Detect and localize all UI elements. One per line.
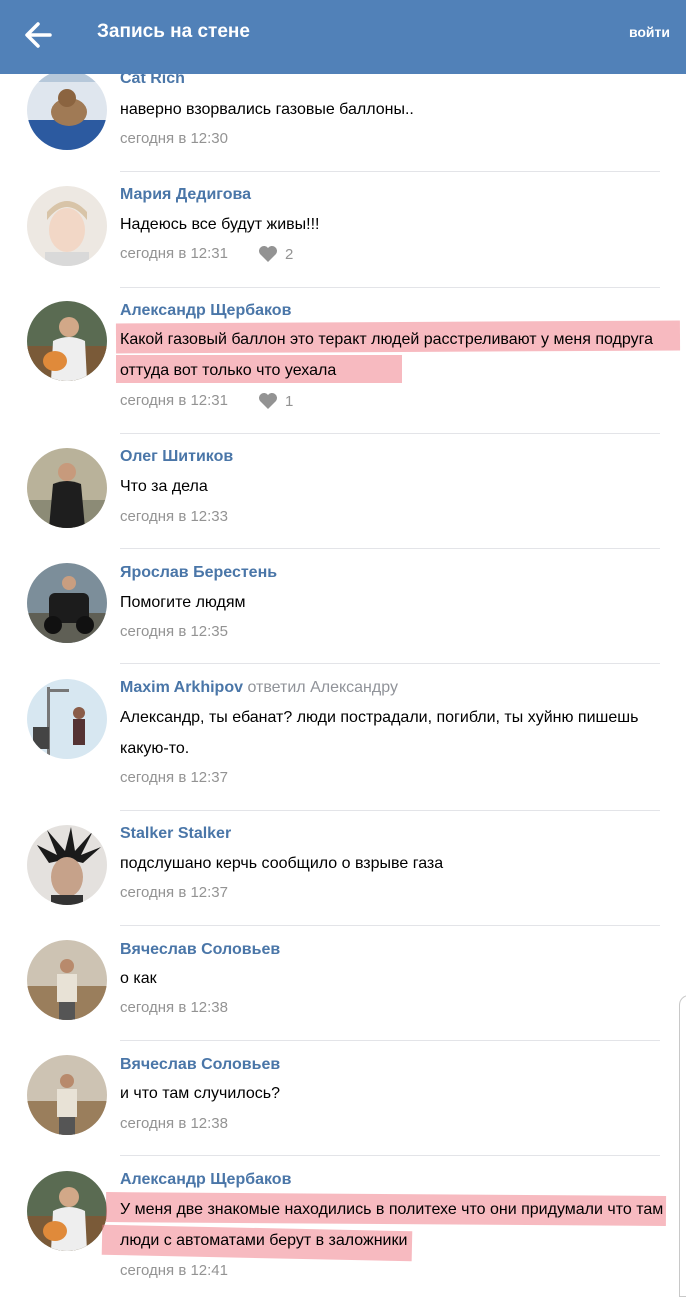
back-button[interactable] <box>20 16 62 54</box>
comment-text: и что там случилось? <box>120 1085 280 1102</box>
heart-icon <box>259 246 277 262</box>
comment-author[interactable]: Олег Шитиков <box>120 448 233 466</box>
divider <box>120 925 660 926</box>
comment-time[interactable]: сегодня в 12:31 <box>120 245 228 262</box>
comment-author[interactable]: Александр Щербаков <box>120 302 291 320</box>
comment-author[interactable]: Вячеслав Соловьев <box>120 1056 280 1074</box>
avatar[interactable] <box>27 301 107 381</box>
divider <box>120 810 660 811</box>
comment-time[interactable]: сегодня в 12:33 <box>120 508 228 525</box>
avatar[interactable] <box>27 1171 107 1251</box>
comment-text: наверно взорвались газовые баллоны.. <box>120 101 414 118</box>
avatar[interactable] <box>27 940 107 1020</box>
comment-time[interactable]: сегодня в 12:31 <box>120 392 228 409</box>
comment-time[interactable]: сегодня в 12:38 <box>120 999 228 1016</box>
divider <box>120 1040 660 1041</box>
divider <box>120 171 660 172</box>
divider <box>120 433 660 434</box>
comment-time[interactable]: сегодня в 12:37 <box>120 769 228 786</box>
comment-author-name[interactable]: Maxim Arkhipov <box>120 679 243 696</box>
divider <box>120 663 660 664</box>
comment-author[interactable]: Вячеслав Соловьев <box>120 941 280 959</box>
like-count: 2 <box>285 246 294 263</box>
comment-author[interactable]: Мария Дедигова <box>120 186 251 204</box>
comment-text: Какой газовый баллон это теракт людей ра… <box>120 331 653 379</box>
heart-icon <box>259 393 277 409</box>
avatar[interactable] <box>27 186 107 266</box>
arrow-left-icon <box>25 22 52 48</box>
divider <box>120 287 660 288</box>
reply-to-label[interactable]: ответил Александру <box>247 679 397 696</box>
comment-text: Надеюсь все будут живы!!! <box>120 216 320 233</box>
comment-author[interactable]: Александр Щербаков <box>120 1171 291 1189</box>
comment-text: У меня две знакомые находились в политех… <box>120 1201 664 1249</box>
divider <box>120 1155 660 1156</box>
comment-time[interactable]: сегодня в 12:41 <box>120 1262 228 1279</box>
like-button[interactable]: 2 <box>258 245 293 263</box>
page-title: Запись на стене <box>97 21 250 42</box>
avatar[interactable] <box>27 825 107 905</box>
comment-time[interactable]: сегодня в 12:37 <box>120 884 228 901</box>
avatar[interactable] <box>27 70 107 150</box>
avatar[interactable] <box>27 679 107 759</box>
comment-text: Александр, ты ебанат? люди пострадали, п… <box>120 709 639 757</box>
comment-author[interactable]: Ярослав Берестень <box>120 564 277 582</box>
avatar[interactable] <box>27 448 107 528</box>
avatar[interactable] <box>27 563 107 643</box>
comment-author[interactable]: Maxim Arkhipov ответил Александру <box>120 679 398 697</box>
comment-time[interactable]: сегодня в 12:38 <box>120 1115 228 1132</box>
top-bar: Запись на стене войти <box>0 0 686 74</box>
comment-text: Помогите людям <box>120 594 246 611</box>
scrollbar-edge <box>679 995 686 1297</box>
like-button[interactable]: 1 <box>258 392 293 410</box>
comment-text: Что за дела <box>120 478 208 495</box>
comment-text: подслушано керчь сообщило о взрыве газа <box>120 855 444 872</box>
comment-time[interactable]: сегодня в 12:30 <box>120 130 228 147</box>
like-count: 1 <box>285 393 294 410</box>
comment-time[interactable]: сегодня в 12:35 <box>120 623 228 640</box>
divider <box>120 548 660 549</box>
comment-author[interactable]: Stalker Stalker <box>120 825 231 843</box>
login-button[interactable]: войти <box>629 22 670 42</box>
comment-text: о как <box>120 970 157 987</box>
avatar[interactable] <box>27 1055 107 1135</box>
